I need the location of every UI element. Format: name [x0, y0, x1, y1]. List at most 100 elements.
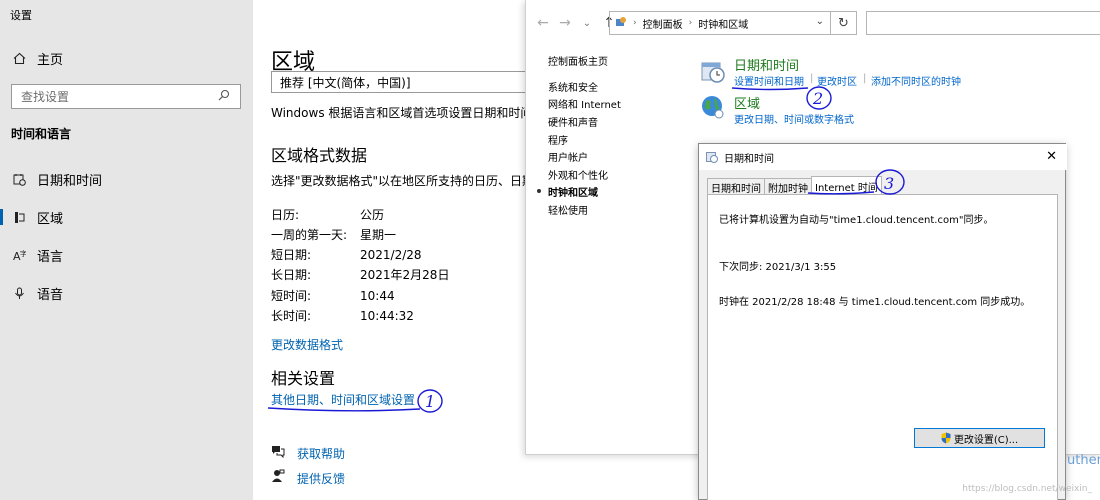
format-row: 长时间: 10:44:32: [271, 307, 414, 324]
change-format-link[interactable]: 更改数据格式: [271, 336, 343, 353]
region-category-title[interactable]: 区域: [734, 93, 760, 112]
home-icon: [12, 51, 26, 65]
region-dropdown-value: 推荐 [中文(简体，中国)]: [280, 75, 411, 90]
sidebar-item-label: 区域: [37, 211, 64, 227]
partial-background-text: uthent: [1067, 453, 1100, 468]
sidebar-item-speech[interactable]: 语音: [0, 275, 253, 311]
refresh-icon[interactable]: ↻: [831, 11, 857, 35]
tab-date-time[interactable]: 日期和时间: [707, 178, 765, 195]
cp-left-link[interactable]: 控制面板主页: [548, 53, 608, 68]
sync-info-text: 已将计算机设置为自动与"time1.cloud.tencent.com"同步。: [719, 215, 994, 226]
feedback-row[interactable]: 提供反馈: [271, 469, 345, 487]
format-row: 长日期: 2021年2月28日: [271, 266, 449, 283]
feedback-person-icon: [271, 469, 287, 487]
cp-left-link[interactable]: 外观和个性化: [548, 167, 608, 182]
internet-time-panel: 已将计算机设置为自动与"time1.cloud.tencent.com"同步。 …: [707, 194, 1058, 500]
forward-arrow-icon[interactable]: →: [554, 15, 576, 31]
format-value: 星期一: [360, 228, 397, 242]
control-panel-small-icon: [615, 16, 627, 31]
other-date-time-region-link[interactable]: 其他日期、时间和区域设置: [271, 391, 415, 408]
sidebar-item-label: 语言: [37, 249, 64, 265]
address-bar[interactable]: › 控制面板 › 时钟和区域 ⌄: [609, 11, 831, 35]
calendar-clock-icon: [12, 172, 26, 186]
related-settings-title: 相关设置: [271, 369, 336, 388]
breadcrumb-separator-icon: ›: [633, 18, 637, 28]
change-format-cp-link[interactable]: 更改日期、时间或数字格式: [734, 111, 854, 126]
settings-search-input[interactable]: 查找设置: [11, 84, 241, 109]
format-row: 日历: 公历: [271, 206, 384, 223]
cp-left-link[interactable]: 轻松使用: [548, 202, 588, 217]
format-key: 短日期:: [271, 248, 312, 262]
app-title: 设置: [10, 9, 32, 22]
cp-left-link[interactable]: 硬件和声音: [548, 114, 598, 129]
add-clocks-link[interactable]: 添加不同时区的时钟: [871, 73, 961, 88]
format-key: 长日期:: [271, 268, 312, 282]
sidebar-item-label: 语音: [37, 287, 64, 303]
address-dropdown-icon[interactable]: ⌄: [816, 16, 824, 27]
search-placeholder: 查找设置: [21, 90, 70, 104]
format-row: 短时间: 10:44: [271, 287, 395, 304]
format-row: 短日期: 2021/2/28: [271, 246, 422, 263]
format-description: 选择"更改数据格式"以在地区所支持的日历、日期和时间格式之间切换: [271, 174, 526, 188]
format-section-title: 区域格式数据: [271, 146, 368, 165]
sidebar-item-date-time[interactable]: 日期和时间: [0, 161, 253, 197]
format-row: 一周的第一天: 星期一: [271, 226, 396, 243]
format-key: 短时间:: [271, 289, 312, 303]
cp-left-link[interactable]: 网络和 Internet: [548, 96, 621, 111]
cp-left-link[interactable]: 用户帐户: [548, 149, 588, 164]
recent-dropdown-icon[interactable]: ⌄: [576, 18, 598, 29]
region-dropdown[interactable]: 推荐 [中文(简体，中国)]: [271, 71, 526, 93]
sidebar-item-home[interactable]: 主页: [0, 40, 253, 76]
svg-text:字: 字: [20, 249, 26, 258]
dialog-title: 日期和时间: [724, 153, 774, 165]
change-settings-label: 更改设置(C)...: [953, 434, 1019, 446]
dialog-clock-icon: [706, 151, 718, 163]
region-globe-icon[interactable]: [700, 94, 726, 123]
breadcrumb-item[interactable]: 时钟和区域: [698, 16, 748, 31]
date-time-category-title[interactable]: 日期和时间: [734, 55, 799, 74]
sidebar-item-label: 日期和时间: [37, 173, 103, 189]
format-key: 日历:: [271, 208, 300, 222]
breadcrumb-separator-icon: ›: [688, 18, 693, 28]
close-icon[interactable]: ✕: [1046, 149, 1057, 164]
back-arrow-icon[interactable]: ←: [532, 15, 554, 31]
language-icon: A字: [12, 248, 26, 262]
format-value: 公历: [360, 208, 385, 222]
next-sync-text: 下次同步: 2021/3/1 3:55: [719, 262, 837, 273]
dialog-titlebar[interactable]: 日期和时间 ✕: [699, 144, 1067, 170]
format-value: 10:44:32: [360, 309, 414, 323]
format-value: 10:44: [360, 289, 395, 303]
set-time-date-link[interactable]: 设置时间和日期: [734, 73, 804, 88]
uac-shield-icon: [941, 432, 951, 444]
cp-search-input[interactable]: [866, 11, 1100, 35]
get-help-link[interactable]: 获取帮助: [297, 445, 345, 462]
tab-internet-time[interactable]: Internet 时间: [811, 176, 882, 195]
current-item-bullet: [537, 189, 541, 193]
search-icon[interactable]: [218, 89, 240, 104]
tab-additional-clocks[interactable]: 附加时钟: [764, 178, 812, 195]
sidebar-item-region[interactable]: 区域: [0, 199, 253, 235]
link-divider: |: [863, 73, 867, 84]
link-divider: |: [810, 73, 814, 84]
change-settings-button[interactable]: 更改设置(C)...: [914, 428, 1045, 448]
cp-left-link[interactable]: 程序: [548, 132, 568, 147]
sidebar-item-label: 主页: [37, 52, 64, 68]
cp-navigation-bar: ← → ⌄ ↑ › 控制面板 › 时钟和区域 ⌄ ↻: [526, 8, 1100, 38]
dialog-tabs: 日期和时间 附加时钟 Internet 时间: [707, 176, 882, 195]
format-value: 2021年2月28日: [360, 268, 450, 282]
get-help-row[interactable]: 获取帮助: [271, 444, 345, 462]
feedback-link[interactable]: 提供反馈: [297, 470, 345, 487]
sidebar-section-title: 时间和语言: [11, 127, 72, 141]
globe-icon: [12, 210, 26, 224]
microphone-icon: [12, 286, 26, 300]
date-time-category-icon[interactable]: [700, 58, 726, 87]
date-time-dialog: 日期和时间 ✕ 日期和时间 附加时钟 Internet 时间 已将计算机设置为自…: [698, 143, 1067, 500]
cp-left-link-current[interactable]: 时钟和区域: [548, 184, 598, 199]
format-value: 2021/2/28: [360, 248, 422, 262]
settings-sidebar: 设置 主页 查找设置 时间和语言 日期和时间 区域 A 字 语言 语音: [0, 0, 253, 500]
change-timezone-link[interactable]: 更改时区: [817, 73, 857, 88]
breadcrumb-item[interactable]: 控制面板: [643, 16, 683, 31]
help-chat-icon: [271, 444, 287, 462]
cp-left-link[interactable]: 系统和安全: [548, 79, 598, 94]
sidebar-item-language[interactable]: A字 语言: [0, 237, 253, 273]
